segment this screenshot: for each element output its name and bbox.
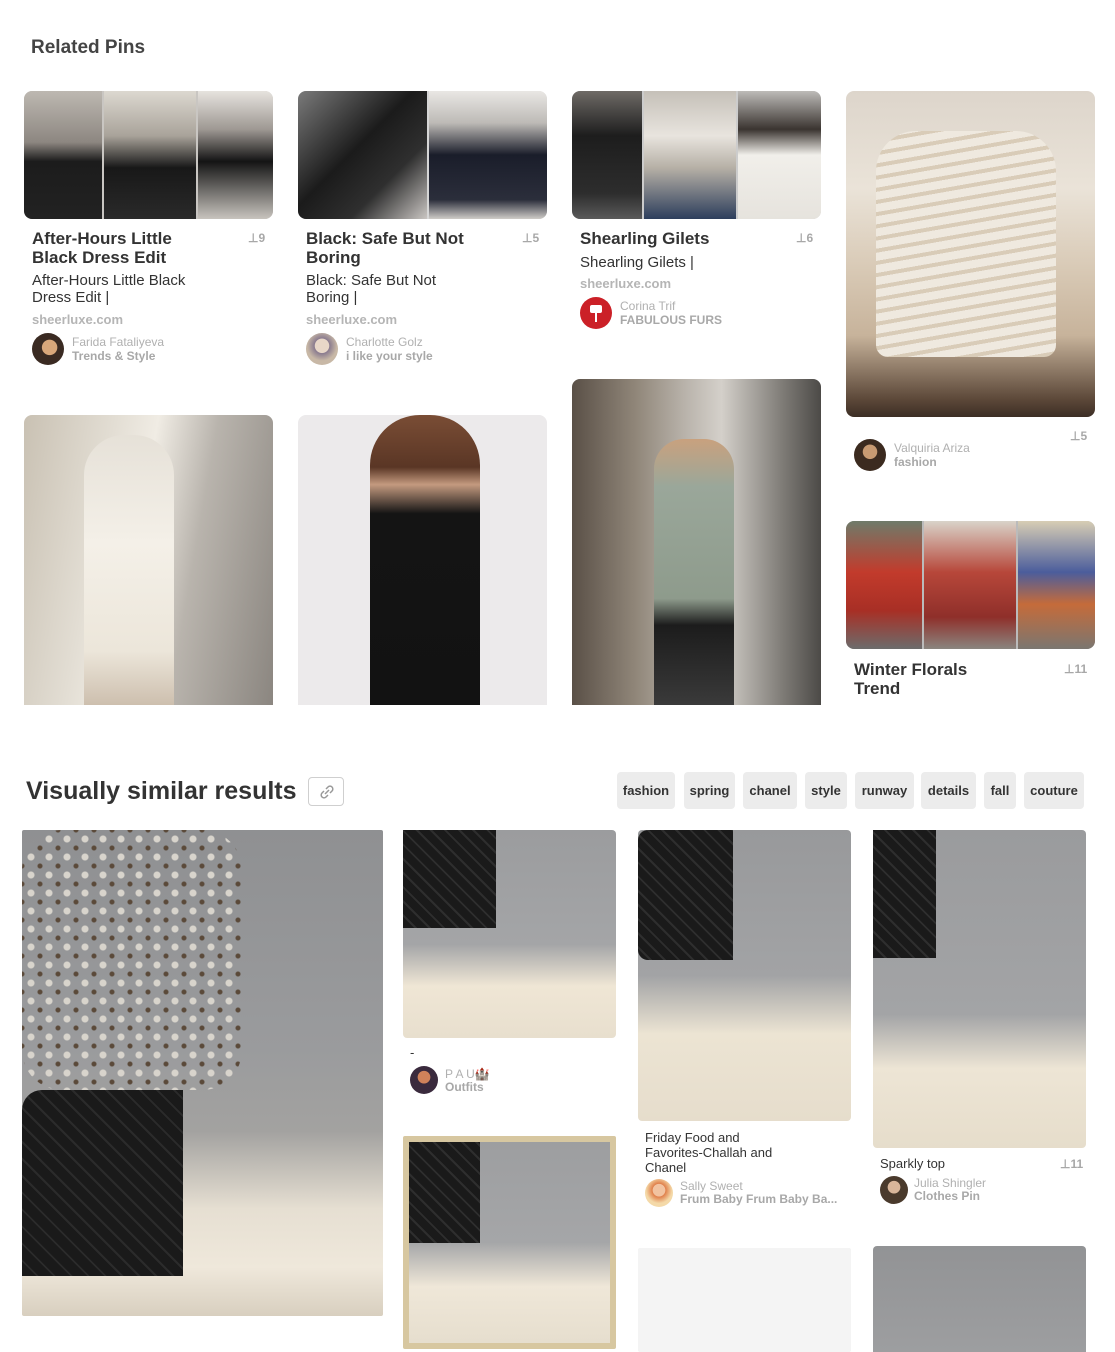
- collage-photo: [429, 91, 547, 219]
- pushpin-icon: ⊥: [522, 231, 533, 245]
- board-name[interactable]: Outfits: [445, 1080, 484, 1094]
- pin-image-white-coat[interactable]: [24, 415, 273, 705]
- pin-title[interactable]: Black: Safe But Not Boring: [306, 229, 486, 267]
- similar-pin-image[interactable]: [403, 830, 616, 1038]
- repin-count[interactable]: ⊥5: [522, 231, 539, 245]
- board-name[interactable]: fashion: [894, 455, 937, 469]
- board-name[interactable]: Clothes Pin: [914, 1189, 980, 1203]
- avatar[interactable]: [645, 1179, 673, 1207]
- repin-count[interactable]: ⊥6: [796, 231, 813, 245]
- pin-domain-link[interactable]: sheerluxe.com: [32, 312, 123, 327]
- collage-photo: [846, 521, 922, 649]
- pinner-name[interactable]: Sally Sweet: [680, 1179, 743, 1193]
- pin-image-black-halter[interactable]: [298, 415, 547, 705]
- similar-pin-image[interactable]: [638, 1248, 851, 1352]
- repin-count[interactable]: ⊥11: [1064, 662, 1087, 676]
- pinner-name[interactable]: Farida Fataliyeva: [72, 335, 164, 349]
- pin-domain-link[interactable]: sheerluxe.com: [580, 276, 671, 291]
- pin-description: Sparkly top: [880, 1156, 946, 1171]
- visually-similar-heading: Visually similar results: [26, 777, 297, 805]
- pinner-name[interactable]: Julia Shingler: [914, 1176, 986, 1190]
- pin-image-black-safe[interactable]: [298, 91, 547, 219]
- pin-title[interactable]: After-Hours Little Black Dress Edit: [32, 229, 212, 267]
- pinner-name[interactable]: Charlotte Golz: [346, 335, 423, 349]
- tag-details[interactable]: details: [921, 772, 976, 809]
- pin-image-sequin-dress[interactable]: [846, 91, 1095, 417]
- link-button[interactable]: [308, 777, 344, 806]
- board-name[interactable]: Trends & Style: [72, 349, 155, 363]
- tag-chanel[interactable]: chanel: [743, 772, 797, 809]
- pinner-name[interactable]: P A U🏰: [445, 1067, 490, 1081]
- pushpin-icon: ⊥: [1070, 429, 1081, 443]
- avatar[interactable]: [854, 439, 886, 471]
- pinner-name[interactable]: Valquiria Ariza: [894, 441, 970, 455]
- collage-photo: [198, 91, 273, 219]
- handbag: [409, 1142, 480, 1243]
- handbag: [873, 830, 936, 958]
- similar-pin-image[interactable]: [638, 830, 851, 1121]
- figure: [654, 439, 734, 705]
- dress-detail: [876, 131, 1056, 357]
- collage-photo: [738, 91, 821, 219]
- tag-fashion[interactable]: fashion: [617, 772, 675, 809]
- repin-count[interactable]: ⊥5: [1070, 429, 1087, 443]
- pushpin-icon: ⊥: [248, 231, 259, 245]
- pinterest-pin-icon[interactable]: [580, 297, 612, 329]
- figure: [84, 435, 174, 705]
- similar-pin-image[interactable]: [403, 1136, 616, 1349]
- collage-photo: [104, 91, 196, 219]
- board-name[interactable]: Frum Baby Frum Baby Ba...: [680, 1192, 837, 1206]
- pinner-name[interactable]: Corina Trif: [620, 299, 675, 313]
- pin-description: Black: Safe But Not Boring |: [306, 272, 437, 306]
- pin-description: -: [410, 1045, 415, 1060]
- tag-fall[interactable]: fall: [984, 772, 1016, 809]
- pin-image-winter-florals[interactable]: [846, 521, 1095, 649]
- tag-runway[interactable]: runway: [855, 772, 914, 809]
- pin-domain-link[interactable]: sheerluxe.com: [306, 312, 397, 327]
- collage-photo: [298, 91, 427, 219]
- pin-title[interactable]: Shearling Gilets: [580, 229, 760, 248]
- related-pins-heading: Related Pins: [31, 37, 146, 58]
- collage-photo: [24, 91, 102, 219]
- avatar[interactable]: [306, 333, 338, 365]
- avatar[interactable]: [880, 1176, 908, 1204]
- handbag: [22, 1090, 183, 1276]
- tag-spring[interactable]: spring: [684, 772, 735, 809]
- collage-photo: [644, 91, 736, 219]
- pushpin-icon: ⊥: [796, 231, 807, 245]
- similar-pin-image[interactable]: [873, 1246, 1086, 1352]
- repin-count[interactable]: ⊥9: [248, 231, 265, 245]
- handbag: [403, 830, 496, 928]
- main-pin-image[interactable]: [22, 830, 383, 1316]
- board-name[interactable]: FABULOUS FURS: [620, 313, 722, 327]
- collage-photo: [924, 521, 1016, 649]
- repin-count[interactable]: ⊥11: [1060, 1157, 1083, 1171]
- pin-description: After-Hours Little Black Dress Edit |: [32, 272, 186, 306]
- pushpin-icon: ⊥: [1060, 1157, 1071, 1171]
- pin-title[interactable]: Winter Florals Trend: [854, 660, 994, 698]
- pin-image-street-style[interactable]: [572, 379, 821, 705]
- tag-couture[interactable]: couture: [1024, 772, 1084, 809]
- pin-image-after-hours[interactable]: [24, 91, 273, 219]
- avatar[interactable]: [410, 1066, 438, 1094]
- embellishment: [22, 830, 242, 1090]
- pin-description: Friday Food and Favorites-Challah and Ch…: [645, 1130, 773, 1175]
- collage-photo: [572, 91, 642, 219]
- tag-style[interactable]: style: [805, 772, 847, 809]
- avatar[interactable]: [32, 333, 64, 365]
- link-icon: [320, 785, 334, 799]
- collage-photo: [1018, 521, 1095, 649]
- pin-description: Shearling Gilets |: [580, 254, 694, 271]
- handbag: [638, 830, 733, 960]
- similar-pin-image[interactable]: [873, 830, 1086, 1148]
- figure: [370, 415, 480, 705]
- pushpin-icon: ⊥: [1064, 662, 1075, 676]
- pin-image-shearling-gilets[interactable]: [572, 91, 821, 219]
- board-name[interactable]: i like your style: [346, 349, 433, 363]
